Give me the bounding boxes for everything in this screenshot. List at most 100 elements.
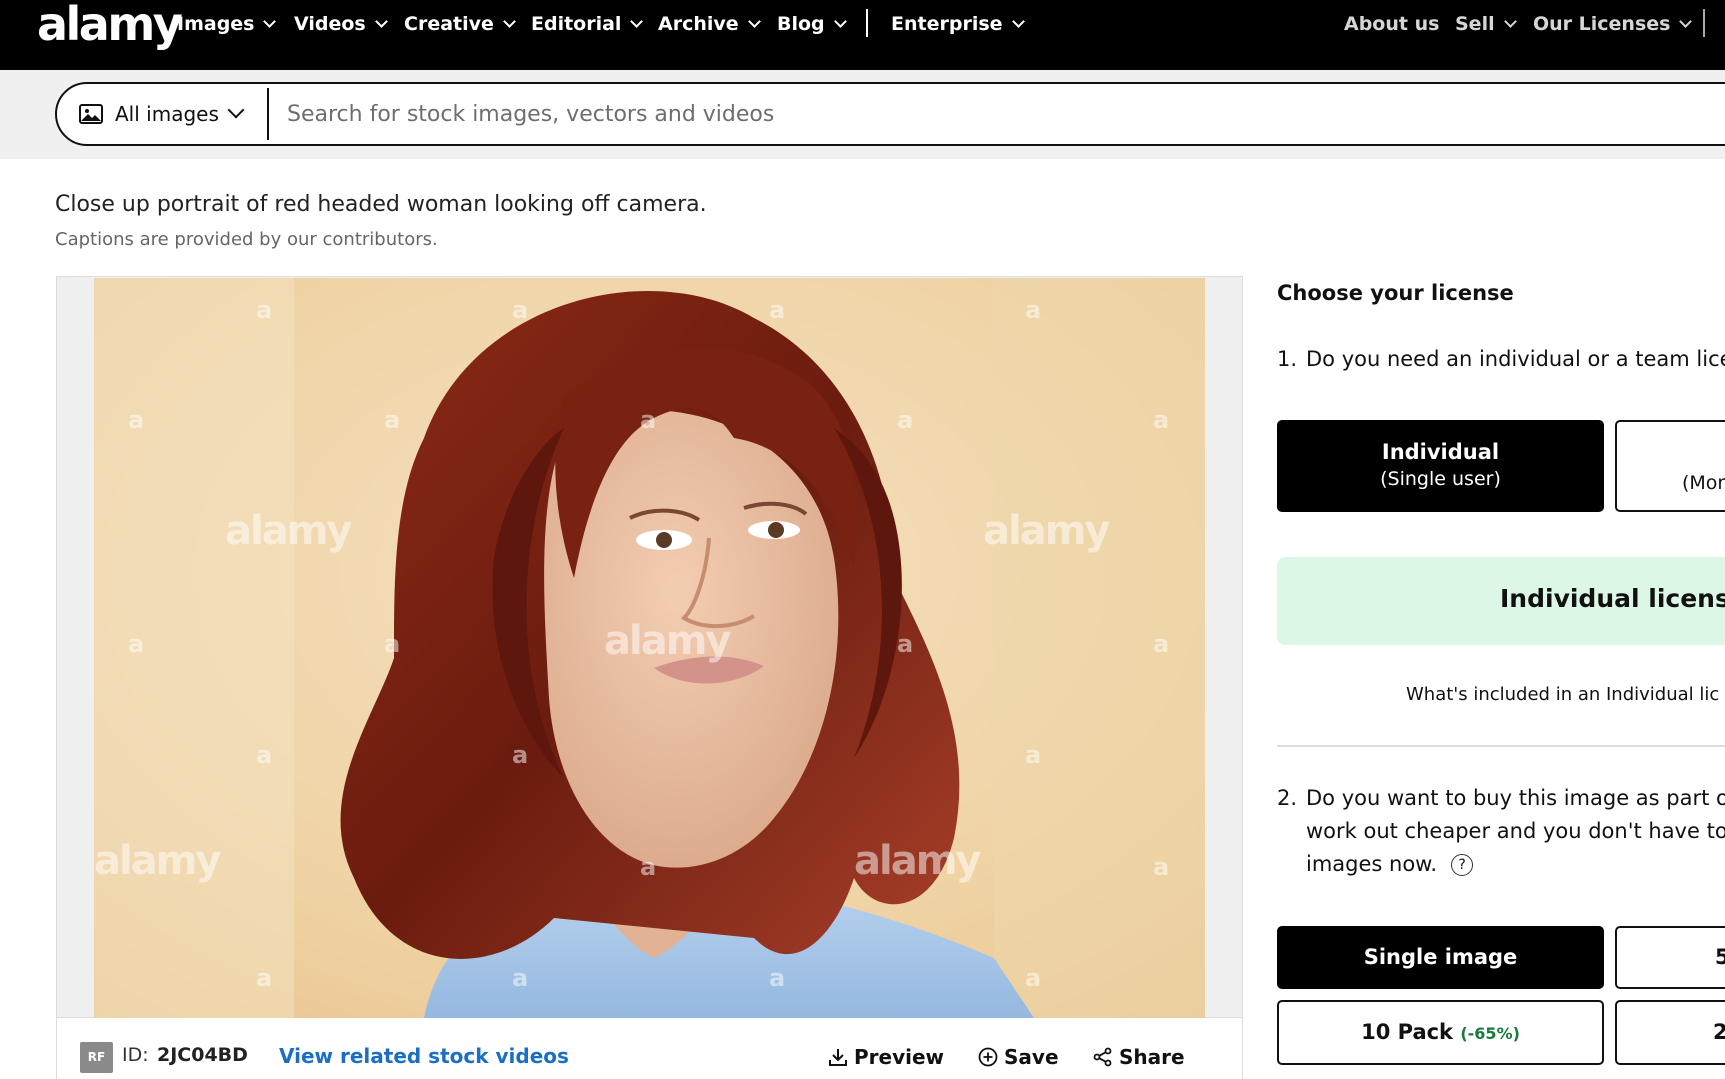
- question-number: 2.: [1277, 786, 1298, 810]
- watermark: a: [769, 296, 786, 324]
- preview-button[interactable]: Preview: [828, 1044, 944, 1069]
- watermark: a: [512, 296, 529, 324]
- chevron-down-icon: [1503, 15, 1517, 28]
- chevron-down-icon: [833, 15, 847, 28]
- watermark: a: [128, 406, 145, 434]
- whats-included-link[interactable]: What's included in an Individual lic: [1406, 684, 1719, 705]
- search-bar: All images: [55, 82, 1725, 146]
- watermark: alamy: [854, 838, 981, 884]
- nav-enterprise-label: Enterprise: [891, 13, 1003, 35]
- chevron-down-icon: [374, 15, 388, 28]
- chevron-down-icon: [747, 15, 761, 28]
- caption-note: Captions are provided by our contributor…: [55, 229, 438, 250]
- save-label: Save: [1004, 1045, 1059, 1069]
- question-text-line-2: work out cheaper and you don't have to: [1306, 819, 1725, 843]
- image-id-label: ID:: [122, 1044, 149, 1066]
- question-text-line-1: Do you want to buy this image as part of: [1306, 786, 1725, 810]
- share-icon: [1093, 1047, 1112, 1067]
- nav-videos-label: Videos: [294, 13, 366, 35]
- watermark: alamy: [983, 508, 1110, 554]
- twenty-five-pack-label: 2!: [1713, 1020, 1725, 1044]
- chevron-down-icon: [1679, 15, 1693, 28]
- individual-label: Individual: [1381, 440, 1500, 464]
- twenty-five-pack-button[interactable]: 2!: [1615, 1000, 1725, 1065]
- watermark: alamy: [604, 618, 731, 664]
- section-divider: [1277, 745, 1725, 747]
- ten-pack-discount: (-65%): [1460, 1024, 1520, 1043]
- nav-blog[interactable]: Blog: [777, 11, 847, 37]
- preview-label: Preview: [854, 1045, 945, 1069]
- nav-archive-label: Archive: [658, 13, 739, 35]
- download-icon: [829, 1049, 847, 1066]
- watermark: alamy: [225, 508, 352, 554]
- license-question-2: 2. Do you want to buy this image as part …: [1277, 782, 1725, 815]
- license-title: Choose your license: [1277, 281, 1514, 305]
- nav-archive[interactable]: Archive: [658, 11, 761, 37]
- watermark: a: [1153, 853, 1170, 881]
- image-id-value: 2JC04BD: [157, 1044, 248, 1066]
- watermark: a: [1025, 296, 1042, 324]
- watermark: a: [1153, 406, 1170, 434]
- single-image-button[interactable]: Single image: [1277, 926, 1604, 989]
- image-caption: Close up portrait of red headed woman lo…: [55, 192, 707, 217]
- individual-license-banner: Individual license: [1277, 557, 1725, 645]
- nav-sell-label: Sell: [1455, 13, 1495, 35]
- related-videos-link[interactable]: View related stock videos: [279, 1044, 569, 1068]
- help-icon[interactable]: ?: [1451, 854, 1474, 876]
- chevron-down-icon: [630, 15, 644, 28]
- watermark: a: [256, 741, 273, 769]
- save-button[interactable]: Save: [978, 1044, 1059, 1069]
- watermark: a: [512, 741, 529, 769]
- rf-badge: RF: [80, 1042, 113, 1073]
- watermark: a: [1025, 741, 1042, 769]
- chevron-down-icon: [503, 15, 516, 28]
- individual-sublabel: (Single user): [1380, 468, 1501, 490]
- team-sublabel: (Mor: [1682, 472, 1725, 494]
- team-license-button[interactable]: (Mor: [1615, 420, 1725, 512]
- nav-sell[interactable]: Sell: [1455, 11, 1517, 37]
- ten-pack-label: 10 Pack: [1361, 1020, 1454, 1044]
- search-input[interactable]: [287, 92, 1687, 136]
- nav-images[interactable]: Images: [177, 11, 277, 37]
- nav-creative[interactable]: Creative: [404, 11, 516, 37]
- five-pack-button[interactable]: 5: [1615, 926, 1725, 989]
- nav-blog-label: Blog: [777, 13, 825, 35]
- ten-pack-button[interactable]: 10 Pack (-65%): [1277, 1000, 1604, 1065]
- watermark: a: [897, 406, 914, 434]
- watermark: a: [1025, 964, 1042, 992]
- watermark: a: [128, 630, 145, 658]
- stock-photo[interactable]: alamy alamy alamy alamy alamy a a a a a …: [94, 278, 1205, 1018]
- top-navigation: alamy Images Videos Creative Editorial A…: [0, 0, 1725, 70]
- chevron-down-icon: [263, 15, 277, 28]
- media-type-dropdown[interactable]: All images: [57, 84, 267, 144]
- question-text-line-3: images now.: [1306, 852, 1438, 876]
- license-banner-label: Individual license: [1500, 584, 1725, 613]
- share-button[interactable]: Share: [1093, 1044, 1185, 1069]
- nav-editorial[interactable]: Editorial: [531, 11, 644, 37]
- nav-enterprise[interactable]: Enterprise: [891, 11, 1025, 37]
- nav-our-licenses[interactable]: Our Licenses: [1533, 11, 1693, 37]
- nav-our-licenses-label: Our Licenses: [1533, 13, 1671, 35]
- watermark: a: [384, 406, 401, 434]
- individual-license-button[interactable]: Individual (Single user): [1277, 420, 1604, 512]
- nav-divider: [866, 9, 868, 37]
- search-divider: [267, 88, 269, 140]
- watermark: a: [384, 630, 401, 658]
- alamy-logo[interactable]: alamy: [37, 0, 183, 52]
- media-type-label: All images: [115, 102, 219, 126]
- license-question-1: 1. Do you need an individual or a team li…: [1277, 343, 1725, 376]
- image-icon: [79, 104, 103, 124]
- chevron-down-icon: [227, 101, 245, 119]
- nav-videos[interactable]: Videos: [294, 11, 388, 37]
- watermark: a: [256, 964, 273, 992]
- five-pack-label: 5: [1715, 945, 1725, 969]
- image-footer: RF ID: 2JC04BD View related stock videos…: [56, 1018, 1243, 1079]
- nav-images-label: Images: [177, 13, 255, 35]
- watermark: a: [512, 964, 529, 992]
- nav-creative-label: Creative: [404, 13, 494, 35]
- watermark: a: [256, 296, 273, 324]
- nav-about-us-label: About us: [1344, 13, 1440, 35]
- watermark: a: [640, 406, 657, 434]
- nav-about-us[interactable]: About us: [1344, 11, 1439, 37]
- plus-circle-icon: [978, 1047, 998, 1067]
